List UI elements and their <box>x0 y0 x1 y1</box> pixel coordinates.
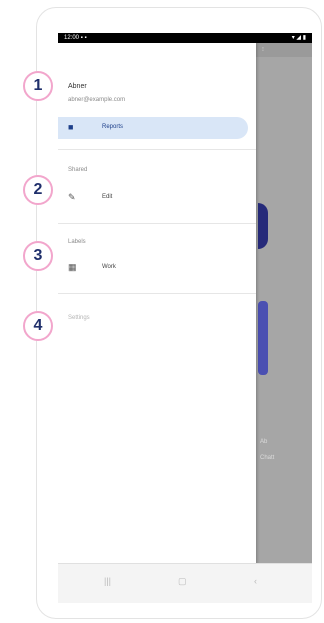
backdrop-text-1: Ab <box>260 439 268 445</box>
account-name: Abner <box>68 83 87 90</box>
status-bar: 12:00 ▪ ▪ ▾ ◢ ▮ <box>58 33 312 43</box>
grid-icon: ▦ <box>68 262 77 272</box>
account-email: abner@example.com <box>68 97 126 103</box>
section-title-shared: Shared <box>68 167 88 173</box>
highlight-card-sliver <box>258 301 268 375</box>
drawer-item-work[interactable]: ▦ Work <box>58 257 248 279</box>
divider <box>58 293 256 294</box>
callout-badge-3: 3 <box>23 241 53 271</box>
phone-screen: 12:00 ▪ ▪ ▾ ◢ ▮ ⁝ Ab Chatt Abner abner@e… <box>58 33 312 603</box>
folder-icon: ■ <box>68 122 74 132</box>
back-icon[interactable]: ‹ <box>254 576 257 586</box>
overflow-menu-icon: ⁝ <box>262 47 264 53</box>
home-icon[interactable]: ▢ <box>178 576 187 587</box>
backdrop-text-2: Chatt <box>260 455 275 461</box>
app-content-scrim[interactable]: ⁝ Ab Chatt <box>256 43 312 603</box>
drawer-item-edit[interactable]: ✎ Edit <box>58 187 248 209</box>
drawer-item-edit-label: Edit <box>102 194 113 200</box>
app-toolbar-sliver: ⁝ <box>256 43 312 57</box>
divider <box>58 223 256 224</box>
callout-badge-2: 2 <box>23 175 53 205</box>
divider <box>58 149 256 150</box>
callout-badge-4: 4 <box>23 311 53 341</box>
drawer-item-primary[interactable]: ■ Reports <box>58 117 248 139</box>
drawer-item-settings[interactable]: Settings <box>68 315 90 321</box>
navigation-drawer: Abner abner@example.com ■ Reports Shared… <box>58 43 256 603</box>
callout-badge-1: 1 <box>23 71 53 101</box>
status-time: 12:00 ▪ ▪ <box>64 35 87 41</box>
drawer-item-primary-label: Reports <box>102 124 124 130</box>
pencil-icon: ✎ <box>68 192 76 202</box>
status-icons: ▾ ◢ ▮ <box>291 35 306 41</box>
system-nav-bar: ||| ▢ ‹ <box>58 563 312 603</box>
section-title-labels: Labels <box>68 239 86 245</box>
drawer-item-work-label: Work <box>102 264 116 270</box>
recents-icon[interactable]: ||| <box>104 576 111 586</box>
fab-sliver <box>258 203 268 249</box>
